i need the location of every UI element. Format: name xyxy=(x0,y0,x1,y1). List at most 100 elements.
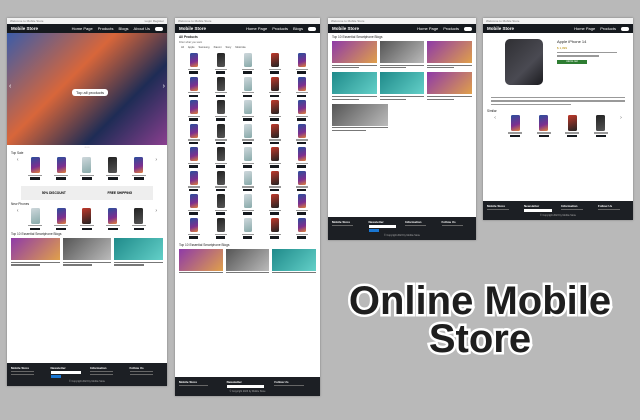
theme-toggle[interactable] xyxy=(308,26,316,31)
theme-toggle[interactable] xyxy=(464,26,472,31)
login-link[interactable]: Login xyxy=(145,19,152,23)
product-view-button[interactable] xyxy=(216,212,225,216)
product-card[interactable] xyxy=(235,170,260,192)
product-card[interactable] xyxy=(289,123,314,145)
product-card[interactable] xyxy=(208,53,233,74)
product-card[interactable] xyxy=(208,147,233,168)
nav-home[interactable]: Home Page xyxy=(246,26,267,31)
product-card[interactable] xyxy=(235,53,260,74)
product-view-button[interactable] xyxy=(270,165,279,168)
product-card[interactable] xyxy=(262,218,287,239)
product-view-button[interactable] xyxy=(270,94,279,98)
filter-motorola[interactable]: Motorola xyxy=(235,46,245,49)
nav-products[interactable]: Products xyxy=(272,26,288,31)
product-view-button[interactable] xyxy=(189,141,198,145)
product-view-button[interactable] xyxy=(243,212,252,216)
blog-card[interactable] xyxy=(179,248,223,274)
product-view-button[interactable] xyxy=(243,94,252,98)
nav-products[interactable]: Products xyxy=(443,26,459,31)
hero-badge[interactable]: Top all products xyxy=(72,89,109,96)
product-card[interactable] xyxy=(208,100,233,121)
product-view-button[interactable] xyxy=(297,94,306,98)
blog-card[interactable] xyxy=(379,72,425,100)
register-link[interactable]: Register xyxy=(153,19,164,23)
hero-next-arrow[interactable]: › xyxy=(163,83,165,90)
product-card[interactable] xyxy=(181,123,206,145)
product-card[interactable] xyxy=(506,114,524,138)
product-card[interactable] xyxy=(78,157,96,180)
newsletter-input[interactable] xyxy=(50,371,81,374)
product-view-button[interactable] xyxy=(270,212,279,216)
product-view-button[interactable] xyxy=(189,118,198,121)
product-card[interactable] xyxy=(26,157,44,180)
product-view-button[interactable] xyxy=(189,188,198,192)
product-view-button[interactable] xyxy=(189,236,198,239)
nav-products[interactable]: Products xyxy=(600,26,616,31)
product-view-button[interactable] xyxy=(297,165,306,168)
blog-card[interactable] xyxy=(62,238,112,266)
product-card[interactable] xyxy=(181,170,206,192)
product-view-button[interactable] xyxy=(297,70,306,74)
prev-arrow-icon[interactable]: ‹ xyxy=(17,208,19,231)
product-card[interactable] xyxy=(130,207,148,231)
product-view-button[interactable] xyxy=(189,70,198,74)
newsletter-input[interactable] xyxy=(524,209,552,212)
blog-card[interactable] xyxy=(332,41,377,69)
hero-prev-arrow[interactable]: ‹ xyxy=(9,83,11,90)
blog-card[interactable] xyxy=(332,72,377,100)
product-view-button[interactable] xyxy=(243,141,252,145)
product-card[interactable] xyxy=(104,157,122,180)
product-card[interactable] xyxy=(208,218,233,239)
blog-card[interactable] xyxy=(332,103,388,132)
product-card[interactable] xyxy=(208,170,233,192)
nav-products[interactable]: Products xyxy=(98,26,114,31)
product-card[interactable] xyxy=(262,53,287,74)
product-card[interactable] xyxy=(289,53,314,74)
product-card[interactable] xyxy=(104,207,122,231)
product-view-button[interactable] xyxy=(216,94,225,98)
product-view-button[interactable] xyxy=(243,188,252,192)
product-card[interactable] xyxy=(181,218,206,239)
product-view-button[interactable] xyxy=(297,188,306,192)
filter-apple[interactable]: Apple xyxy=(188,46,195,49)
product-view-button[interactable] xyxy=(270,141,279,145)
store-logo[interactable]: Mobile Store xyxy=(179,26,206,31)
blog-card[interactable] xyxy=(11,238,60,266)
product-card[interactable] xyxy=(181,100,206,121)
prev-arrow-icon[interactable]: ‹ xyxy=(494,115,496,138)
prev-arrow-icon[interactable]: ‹ xyxy=(17,157,19,180)
product-view-button[interactable] xyxy=(243,165,252,168)
product-card[interactable] xyxy=(262,76,287,98)
product-card[interactable] xyxy=(208,76,233,98)
product-view-button[interactable] xyxy=(216,118,225,121)
product-view-button[interactable] xyxy=(216,165,225,168)
blog-card[interactable] xyxy=(114,238,164,266)
product-card[interactable] xyxy=(592,114,610,138)
product-view-button[interactable] xyxy=(297,236,306,239)
store-logo[interactable]: Mobile Store xyxy=(11,26,38,31)
blog-card[interactable] xyxy=(272,248,317,274)
product-card[interactable] xyxy=(208,194,233,216)
nav-home[interactable]: Home Page xyxy=(574,26,595,31)
product-card[interactable] xyxy=(181,76,206,98)
product-view-button[interactable] xyxy=(270,236,279,239)
store-logo[interactable]: Mobile Store xyxy=(487,26,514,31)
store-logo[interactable]: Mobile Store xyxy=(332,26,359,31)
product-card[interactable] xyxy=(262,170,287,192)
product-card[interactable] xyxy=(289,76,314,98)
product-card[interactable] xyxy=(208,123,233,145)
product-card[interactable] xyxy=(235,194,260,216)
blog-card[interactable] xyxy=(427,41,473,69)
blog-card[interactable] xyxy=(225,248,270,274)
product-card[interactable] xyxy=(235,100,260,121)
product-card[interactable] xyxy=(289,218,314,239)
product-view-button[interactable] xyxy=(243,70,252,74)
next-arrow-icon[interactable]: › xyxy=(155,157,157,180)
product-view-button[interactable] xyxy=(270,188,279,192)
newsletter-input[interactable] xyxy=(368,225,396,228)
product-card[interactable] xyxy=(235,76,260,98)
next-arrow-icon[interactable]: › xyxy=(155,208,157,231)
filter-all[interactable]: All xyxy=(181,46,184,49)
theme-toggle[interactable] xyxy=(155,26,163,31)
product-view-button[interactable] xyxy=(270,70,279,74)
